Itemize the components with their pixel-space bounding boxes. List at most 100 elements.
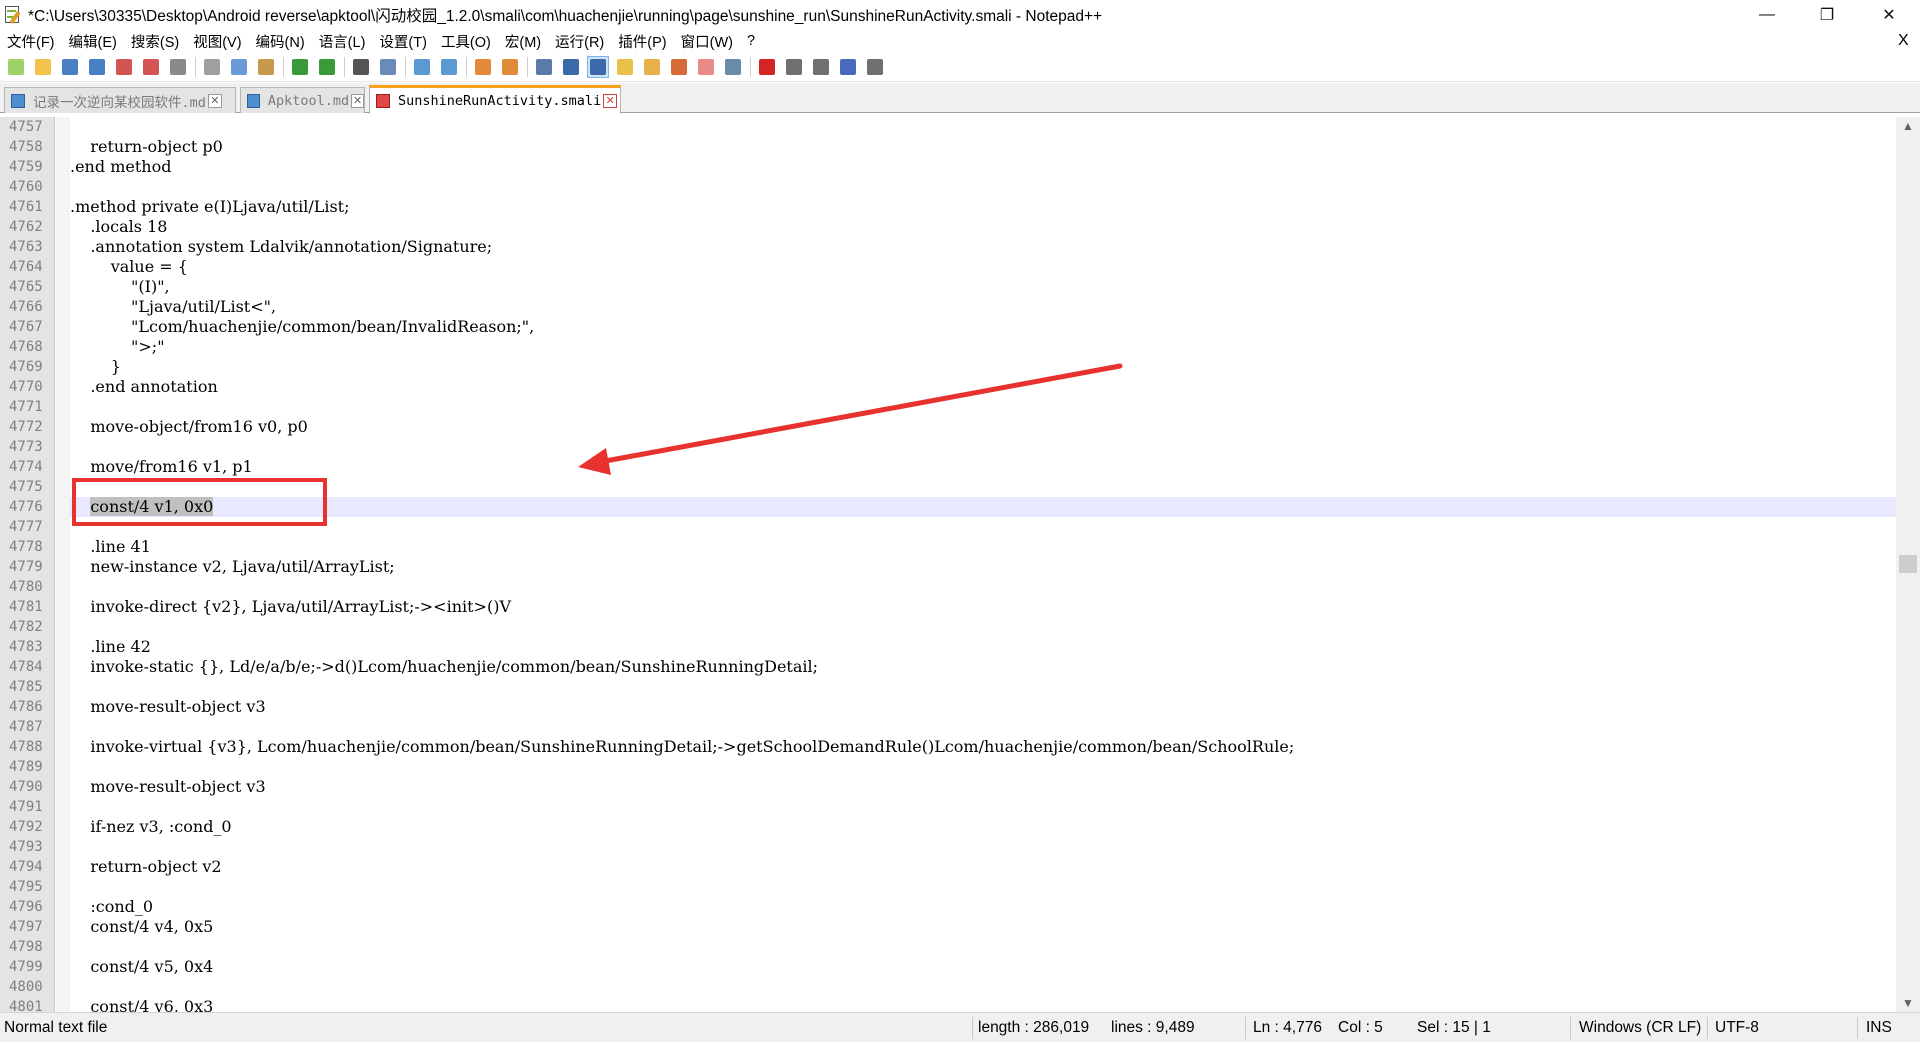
code-line[interactable]: .end annotation xyxy=(70,377,1896,397)
menu-item-11[interactable]: 窗口(W) xyxy=(674,31,740,52)
vertical-scrollbar[interactable]: ▲ ▼ xyxy=(1896,117,1920,1012)
code-line[interactable] xyxy=(70,837,1896,857)
show-all-chars-button[interactable] xyxy=(560,56,582,78)
code-line[interactable]: invoke-static {}, Ld/e/a/b/e;->d()Lcom/h… xyxy=(70,657,1896,677)
code-line[interactable]: :cond_0 xyxy=(70,897,1896,917)
menu-item-1[interactable]: 编辑(E) xyxy=(62,31,124,52)
scroll-up-button[interactable]: ▲ xyxy=(1896,117,1920,135)
code-line[interactable]: invoke-direct {v2}, Ljava/util/ArrayList… xyxy=(70,597,1896,617)
menu-item-8[interactable]: 宏(M) xyxy=(498,31,548,52)
indent-guide-button[interactable] xyxy=(587,55,609,78)
menu-item-0[interactable]: 文件(F) xyxy=(0,31,62,52)
code-line[interactable] xyxy=(70,517,1896,537)
menu-item-7[interactable]: 工具(O) xyxy=(434,31,498,52)
doc-map-button[interactable] xyxy=(641,56,663,78)
fold-margin[interactable] xyxy=(56,117,70,1012)
word-wrap-button[interactable] xyxy=(533,56,555,78)
tab-close-icon[interactable]: ✕ xyxy=(603,94,618,108)
code-line[interactable]: const/4 v1, 0x0 xyxy=(70,497,1896,517)
code-line[interactable]: if-nez v3, :cond_0 xyxy=(70,817,1896,837)
replace-button[interactable] xyxy=(377,56,399,78)
code-line[interactable]: new-instance v2, Ljava/util/ArrayList; xyxy=(70,557,1896,577)
zoom-in-button[interactable] xyxy=(411,56,433,78)
tab-0[interactable]: 记录一次逆向某校园软件.md ✕ xyxy=(4,87,236,113)
folder-workspace-button[interactable] xyxy=(695,56,717,78)
tab-2[interactable]: SunshineRunActivity.smali ✕ xyxy=(369,85,621,114)
code-line[interactable]: "Ljava/util/List<", xyxy=(70,297,1896,317)
code-line[interactable] xyxy=(70,677,1896,697)
run-macro-multiple-button[interactable] xyxy=(837,56,859,78)
tab-close-icon[interactable]: ✕ xyxy=(351,93,364,108)
tab-1[interactable]: Apktool.md ✕ xyxy=(240,87,365,113)
play-macro-button[interactable] xyxy=(810,56,832,78)
close-file-button[interactable] xyxy=(113,56,135,78)
copy-button[interactable] xyxy=(228,56,250,78)
code-line[interactable]: .line 42 xyxy=(70,637,1896,657)
stop-macro-button[interactable] xyxy=(783,56,805,78)
menu-item-3[interactable]: 视图(V) xyxy=(186,31,248,52)
code-line[interactable] xyxy=(70,177,1896,197)
code-line[interactable]: move/from16 v1, p1 xyxy=(70,457,1896,477)
code-line[interactable]: .line 41 xyxy=(70,537,1896,557)
sync-horizontal-button[interactable] xyxy=(499,56,521,78)
close-window-button[interactable]: ✕ xyxy=(1866,0,1912,30)
code-line[interactable] xyxy=(70,877,1896,897)
function-list-button[interactable] xyxy=(668,56,690,78)
code-line[interactable]: const/4 v4, 0x5 xyxy=(70,917,1896,937)
code-line[interactable]: "(I)", xyxy=(70,277,1896,297)
code-line[interactable] xyxy=(70,577,1896,597)
scroll-thumb[interactable] xyxy=(1899,555,1917,573)
undo-button[interactable] xyxy=(289,56,311,78)
status-insert-mode[interactable]: INS xyxy=(1866,1013,1892,1042)
code-line[interactable] xyxy=(70,977,1896,997)
status-encoding[interactable]: UTF-8 xyxy=(1715,1013,1759,1042)
menu-item-2[interactable]: 搜索(S) xyxy=(124,31,186,52)
code-line[interactable]: .locals 18 xyxy=(70,217,1896,237)
new-file-button[interactable] xyxy=(5,56,27,78)
menu-item-10[interactable]: 插件(P) xyxy=(611,31,673,52)
menu-item-12[interactable]: ? xyxy=(740,33,762,49)
menu-item-4[interactable]: 编码(N) xyxy=(249,31,312,52)
redo-button[interactable] xyxy=(316,56,338,78)
find-button[interactable] xyxy=(350,56,372,78)
user-lang-button[interactable] xyxy=(614,56,636,78)
sync-vertical-button[interactable] xyxy=(472,56,494,78)
code-line[interactable]: move-object/from16 v0, p0 xyxy=(70,417,1896,437)
editor[interactable]: 4757 4758 4759 4760 4761 4762 4763 4764 4765 4766… xyxy=(0,117,1920,1012)
code-line[interactable]: value = { xyxy=(70,257,1896,277)
code-line[interactable] xyxy=(70,757,1896,777)
paste-button[interactable] xyxy=(255,56,277,78)
code-line[interactable]: return-object p0 xyxy=(70,137,1896,157)
cut-button[interactable] xyxy=(201,56,223,78)
tab-close-icon[interactable]: ✕ xyxy=(207,93,222,108)
code-line[interactable]: const/4 v5, 0x4 xyxy=(70,957,1896,977)
code-line[interactable]: ">;" xyxy=(70,337,1896,357)
code-line[interactable] xyxy=(70,437,1896,457)
code-line[interactable]: .method private e(I)Ljava/util/List; xyxy=(70,197,1896,217)
code-line[interactable] xyxy=(70,477,1896,497)
scroll-down-button[interactable]: ▼ xyxy=(1896,994,1920,1012)
print-button[interactable] xyxy=(167,56,189,78)
menu-item-9[interactable]: 运行(R) xyxy=(548,31,611,52)
code-line[interactable]: move-result-object v3 xyxy=(70,697,1896,717)
menu-item-6[interactable]: 设置(T) xyxy=(372,31,434,52)
code-line[interactable]: "Lcom/huachenjie/common/bean/InvalidReas… xyxy=(70,317,1896,337)
close-document-button[interactable]: X xyxy=(1898,30,1909,52)
code-line[interactable]: move-result-object v3 xyxy=(70,777,1896,797)
code-line[interactable] xyxy=(70,797,1896,817)
code-line[interactable]: .annotation system Ldalvik/annotation/Si… xyxy=(70,237,1896,257)
save-button[interactable] xyxy=(59,56,81,78)
record-macro-button[interactable] xyxy=(756,56,778,78)
code-line[interactable] xyxy=(70,617,1896,637)
code-line[interactable]: const/4 v6, 0x3 xyxy=(70,997,1896,1012)
save-macro-button[interactable] xyxy=(864,56,886,78)
status-eol[interactable]: Windows (CR LF) xyxy=(1579,1013,1701,1042)
code-line[interactable]: invoke-virtual {v3}, Lcom/huachenjie/com… xyxy=(70,737,1896,757)
code-line[interactable] xyxy=(70,117,1896,137)
menu-item-5[interactable]: 语言(L) xyxy=(312,31,373,52)
save-all-button[interactable] xyxy=(86,56,108,78)
code-line[interactable] xyxy=(70,717,1896,737)
code-line[interactable]: .end method xyxy=(70,157,1896,177)
zoom-out-button[interactable] xyxy=(438,56,460,78)
minimize-button[interactable]: — xyxy=(1744,0,1790,30)
